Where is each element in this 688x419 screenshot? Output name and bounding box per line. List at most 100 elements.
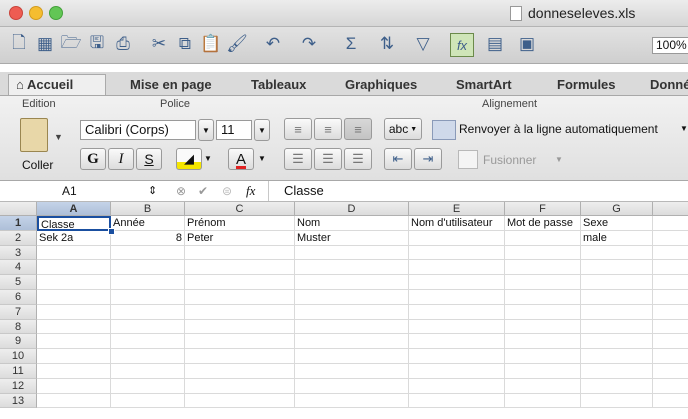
- cell[interactable]: [185, 393, 295, 409]
- cell[interactable]: [581, 260, 653, 276]
- formula-builder-icon[interactable]: fx: [450, 33, 474, 57]
- cell[interactable]: [295, 275, 409, 290]
- undo-icon[interactable]: ↶: [262, 33, 284, 55]
- cell[interactable]: [111, 349, 185, 364]
- cell[interactable]: [581, 245, 653, 261]
- cell[interactable]: [295, 349, 409, 364]
- row-header[interactable]: 9: [0, 334, 37, 350]
- row-header[interactable]: 7: [0, 304, 37, 320]
- bold-button[interactable]: G: [80, 148, 106, 170]
- formula-input[interactable]: Classe: [284, 183, 324, 198]
- cell[interactable]: [185, 245, 295, 261]
- cell[interactable]: [295, 245, 409, 261]
- cell[interactable]: Nom: [295, 216, 409, 231]
- column-header[interactable]: A: [37, 202, 111, 216]
- cell[interactable]: [185, 304, 295, 320]
- equal-icon[interactable]: ⊜: [222, 184, 232, 198]
- tab-graphiques[interactable]: Graphiques: [345, 75, 417, 94]
- name-box-stepper-icon[interactable]: ⇕: [148, 184, 157, 197]
- align-top-icon[interactable]: ≡: [284, 118, 312, 140]
- cell[interactable]: Nom d'utilisateur: [409, 216, 505, 231]
- cell[interactable]: [185, 260, 295, 276]
- column-header[interactable]: B: [111, 202, 185, 216]
- font-color-dropdown-icon[interactable]: ▼: [258, 154, 266, 163]
- font-color-button[interactable]: A: [228, 148, 254, 170]
- cell[interactable]: [409, 378, 505, 394]
- cell[interactable]: [295, 304, 409, 320]
- cell[interactable]: [505, 290, 581, 305]
- cell[interactable]: [295, 334, 409, 350]
- cell[interactable]: [111, 319, 185, 335]
- align-middle-icon[interactable]: ≡: [314, 118, 342, 140]
- cell[interactable]: [505, 393, 581, 409]
- cell[interactable]: [111, 364, 185, 379]
- cell[interactable]: [505, 378, 581, 394]
- cell[interactable]: [295, 378, 409, 394]
- cell[interactable]: [505, 275, 581, 290]
- cell[interactable]: [37, 334, 111, 350]
- cell[interactable]: [37, 378, 111, 394]
- align-bottom-icon[interactable]: ≡: [344, 118, 372, 140]
- row-header[interactable]: 12: [0, 378, 37, 394]
- highlight-color-icon[interactable]: ◢: [176, 148, 202, 170]
- cell[interactable]: [581, 349, 653, 364]
- row-header[interactable]: 11: [0, 364, 37, 379]
- font-size-dropdown-icon[interactable]: ▼: [254, 119, 270, 141]
- cell[interactable]: [111, 393, 185, 409]
- cell[interactable]: [505, 260, 581, 276]
- cell[interactable]: [185, 334, 295, 350]
- cut-icon[interactable]: ✂: [148, 33, 170, 55]
- cell[interactable]: [295, 319, 409, 335]
- cell[interactable]: [409, 393, 505, 409]
- cell[interactable]: [505, 334, 581, 350]
- cell[interactable]: [409, 334, 505, 350]
- row-header[interactable]: 6: [0, 290, 37, 305]
- column-header[interactable]: F: [505, 202, 581, 216]
- decrease-indent-icon[interactable]: ⇤: [384, 148, 412, 170]
- cell[interactable]: Muster: [295, 230, 409, 246]
- cell[interactable]: [111, 334, 185, 350]
- cell[interactable]: [581, 364, 653, 379]
- cell[interactable]: [295, 260, 409, 276]
- align-left-icon[interactable]: ☰: [284, 148, 312, 170]
- cell[interactable]: [37, 245, 111, 261]
- font-name-field[interactable]: Calibri (Corps): [80, 120, 196, 140]
- filter-icon[interactable]: ▽: [412, 33, 434, 55]
- new-document-icon[interactable]: 🗋: [8, 33, 30, 55]
- tab-mise-en-page[interactable]: Mise en page: [130, 75, 212, 94]
- cell[interactable]: [37, 304, 111, 320]
- tab-formules[interactable]: Formules: [557, 75, 616, 94]
- cell[interactable]: [295, 290, 409, 305]
- tab-accueil[interactable]: ⌂ Accueil: [8, 74, 106, 95]
- paste-icon[interactable]: 📋: [200, 33, 222, 55]
- cell[interactable]: [409, 245, 505, 261]
- cell[interactable]: [185, 275, 295, 290]
- sort-icon[interactable]: ⇅: [376, 33, 398, 55]
- underline-button[interactable]: S: [136, 148, 162, 170]
- cell[interactable]: male: [581, 230, 653, 246]
- cell[interactable]: [505, 319, 581, 335]
- text-orientation-button[interactable]: abc ▼: [384, 118, 422, 140]
- autosum-icon[interactable]: Σ: [340, 33, 362, 55]
- column-header[interactable]: G: [581, 202, 653, 216]
- cell[interactable]: [37, 260, 111, 276]
- select-all-corner[interactable]: [0, 202, 37, 216]
- cell[interactable]: [37, 275, 111, 290]
- close-window-button[interactable]: [9, 6, 23, 20]
- align-center-icon[interactable]: ☰: [314, 148, 342, 170]
- cell[interactable]: [111, 275, 185, 290]
- cell[interactable]: [409, 290, 505, 305]
- gallery-icon[interactable]: ▦: [34, 33, 56, 55]
- cancel-icon[interactable]: ⊗: [176, 184, 186, 198]
- cell[interactable]: Prénom: [185, 216, 295, 231]
- save-icon[interactable]: 🖫: [86, 33, 108, 55]
- print-icon[interactable]: ⎙: [112, 33, 134, 55]
- cell[interactable]: [37, 364, 111, 379]
- cell[interactable]: [111, 378, 185, 394]
- zoom-field[interactable]: 100%: [652, 37, 688, 54]
- cell[interactable]: [111, 290, 185, 305]
- cell[interactable]: [37, 349, 111, 364]
- cell[interactable]: [111, 304, 185, 320]
- copy-icon[interactable]: ⧉: [174, 33, 196, 55]
- cell[interactable]: [581, 393, 653, 409]
